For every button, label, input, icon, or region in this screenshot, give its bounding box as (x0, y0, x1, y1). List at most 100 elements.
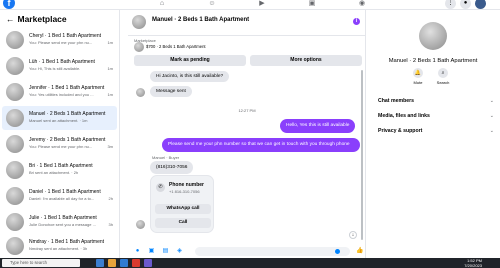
conversation-item[interactable]: Julie · 1 Bed 1 Bath Apartment Julie Don… (2, 210, 117, 234)
gif-icon[interactable]: ◈ (176, 248, 183, 255)
marketplace-icon[interactable]: ▣ (308, 0, 316, 8)
conversation-preview: You: Please send me your phn nu... (29, 144, 93, 149)
chat-header: Manuel · 2 Beds 1 Bath Apartment i (128, 10, 366, 36)
avatar[interactable] (132, 15, 146, 29)
home-icon[interactable]: ⌂ (158, 0, 166, 8)
sticker-icon[interactable]: ▤ (162, 248, 169, 255)
search-icon[interactable]: ⌕ (438, 68, 448, 78)
back-arrow-icon[interactable]: ← (6, 14, 15, 24)
notifications-icon[interactable]: ● (460, 0, 471, 9)
file-explorer-icon[interactable] (108, 259, 116, 267)
phone-card-label: Phone number (169, 182, 205, 188)
profile-avatar[interactable] (475, 0, 486, 9)
conversation-preview: You: Yes utilities included and you ... (29, 92, 94, 97)
conversation-time: 1m (107, 40, 113, 45)
top-navigation-bar: f ⌂ ☺ ▶ ▣ ◉ ⋮ ● (0, 0, 500, 10)
call-button[interactable]: Call (155, 218, 211, 228)
conversation-item[interactable]: Daniel · 1 Bed 1 Bath Apartment Daniel: … (2, 184, 117, 208)
bell-icon[interactable]: 🔔 (413, 68, 423, 78)
conversation-title: Lüh · 1 Bed 1 Bath Apartment (29, 59, 95, 65)
avatar[interactable] (419, 22, 447, 50)
scrollbar[interactable] (361, 70, 363, 240)
clock-date: 7/20/2023 (464, 263, 482, 268)
task-view-icon[interactable] (96, 259, 104, 267)
chat-panel: Manuel · 2 Beds 1 Bath Apartment i Marke… (128, 10, 366, 258)
conversation-item[interactable]: Cheryl · 1 Bed 1 Bath Apartment You: Ple… (2, 28, 117, 52)
info-icon[interactable]: i (353, 18, 360, 25)
chat-members-section[interactable]: Chat members (378, 98, 414, 104)
conversation-preview: Daniel: I'm available all day for a to..… (29, 196, 95, 201)
chrome-icon[interactable] (132, 259, 140, 267)
conversation-title: Bri · 1 Bed 1 Bath Apartment (29, 163, 93, 169)
message-composer: ● ▣ ▤ ◈ 👍 (128, 246, 366, 258)
avatar (6, 83, 24, 101)
message-bubble-outgoing: Hello, Yes this is still available (280, 119, 356, 133)
conversation-time: 1m (107, 92, 113, 97)
edge-icon[interactable] (120, 259, 128, 267)
conversation-title: Jeremy · 2 Beds 1 Bath Apartment (29, 137, 106, 143)
phone-icon: ✆ (156, 183, 165, 192)
sender-label: Manuel · Buyer (152, 155, 180, 160)
like-icon[interactable]: 👍 (356, 248, 363, 255)
privacy-support-section[interactable]: Privacy & support (378, 128, 422, 134)
conversation-preview: You: Please send me your phn nu... (29, 40, 93, 45)
conversation-preview: Nmdray sent an attachment. · 3h (29, 246, 88, 251)
chevron-down-icon[interactable]: ⌄ (490, 128, 494, 134)
search-label: Search (436, 80, 450, 85)
message-bubble-incoming: (816)310-7056 (150, 161, 194, 174)
more-options-button[interactable]: More options (250, 55, 362, 66)
mute-label: Mute (413, 80, 423, 85)
listing-thumbnail[interactable] (134, 42, 144, 52)
avatar (136, 220, 145, 229)
avatar (6, 213, 24, 231)
clock[interactable]: 1:52 PM 7/20/2023 (464, 258, 482, 268)
conversation-list-panel: ← Marketplace Cheryl · 1 Bed 1 Bath Apart… (0, 10, 120, 258)
emoji-icon[interactable] (335, 249, 340, 254)
avatar (6, 187, 24, 205)
photo-icon[interactable]: ▣ (148, 248, 155, 255)
conversation-item[interactable]: Lüh · 1 Bed 1 Bath Apartment You: Hi, Th… (2, 54, 117, 78)
watch-icon[interactable]: ▶ (258, 0, 266, 8)
panel-title: Marketplace (17, 14, 67, 24)
conversation-preview: Bri sent an attachment. · 2h (29, 170, 79, 175)
microphone-icon[interactable]: ● (134, 248, 141, 255)
scroll-down-icon[interactable]: ↓ (349, 231, 357, 239)
conversation-item[interactable]: Jennifer · 1 Bed 1 Bath Apartment You: Y… (2, 80, 117, 104)
windows-taskbar: Type here to search 1:52 PM 7/20/2023 (0, 258, 500, 268)
conversation-title: Cheryl · 1 Bed 1 Bath Apartment (29, 33, 101, 39)
groups-icon[interactable]: ◉ (358, 0, 366, 8)
avatar (6, 57, 24, 75)
media-files-section[interactable]: Media, files and links (378, 113, 430, 119)
conversation-preview: You: Hi, This is still available. (29, 66, 81, 71)
conversation-item[interactable]: Jeremy · 2 Beds 1 Bath Apartment You: Pl… (2, 132, 117, 156)
avatar (6, 135, 24, 153)
scrollbar[interactable] (119, 40, 120, 258)
message-bubble-outgoing: Please send me your phn number so that w… (162, 138, 360, 152)
conversation-preview: Manuel sent an attachment. · 1m (29, 118, 88, 123)
mark-pending-button[interactable]: Mark as pending (134, 55, 246, 66)
avatar (6, 161, 24, 179)
whatsapp-call-button[interactable]: WhatsApp call (155, 204, 211, 214)
message-input[interactable] (195, 247, 350, 256)
facebook-logo[interactable]: f (3, 0, 15, 9)
listing-summary[interactable]: $700 · 2 Beds 1 Bath Apartment (146, 44, 206, 49)
chat-title[interactable]: Manuel · 2 Beds 1 Bath Apartment (152, 17, 249, 23)
conversation-time: 3h (108, 222, 113, 227)
chevron-down-icon[interactable]: ⌄ (490, 98, 494, 104)
app-icon[interactable] (144, 259, 152, 267)
conversation-title: Jennifer · 1 Bed 1 Bath Apartment (29, 85, 105, 91)
marketplace-header: ← Marketplace (6, 14, 67, 24)
conversation-item[interactable]: Bri · 1 Bed 1 Bath Apartment Bri sent an… (2, 158, 117, 182)
conversation-details-panel: Manuel · 2 Beds 1 Bath Apartment 🔔 Mute … (366, 10, 500, 258)
friends-icon[interactable]: ☺ (208, 0, 216, 8)
menu-grid-icon[interactable]: ⋮ (445, 0, 456, 9)
message-timestamp: 12:27 PM (238, 108, 256, 113)
conversation-item[interactable]: Nmdray · 1 Bed 1 Bath Apartment Nmdray s… (2, 234, 117, 258)
conversation-title: Daniel · 1 Bed 1 Bath Apartment (29, 189, 101, 195)
conversation-time: 2h (108, 196, 113, 201)
taskbar-search-input[interactable]: Type here to search (2, 259, 80, 267)
conversation-title: Julie · 1 Bed 1 Bath Apartment (29, 215, 97, 221)
conversation-item-active[interactable]: Manuel · 2 Beds 1 Bath Apartment Manuel … (2, 106, 117, 130)
conversation-time: 3m (107, 144, 113, 149)
chevron-down-icon[interactable]: ⌄ (490, 113, 494, 119)
